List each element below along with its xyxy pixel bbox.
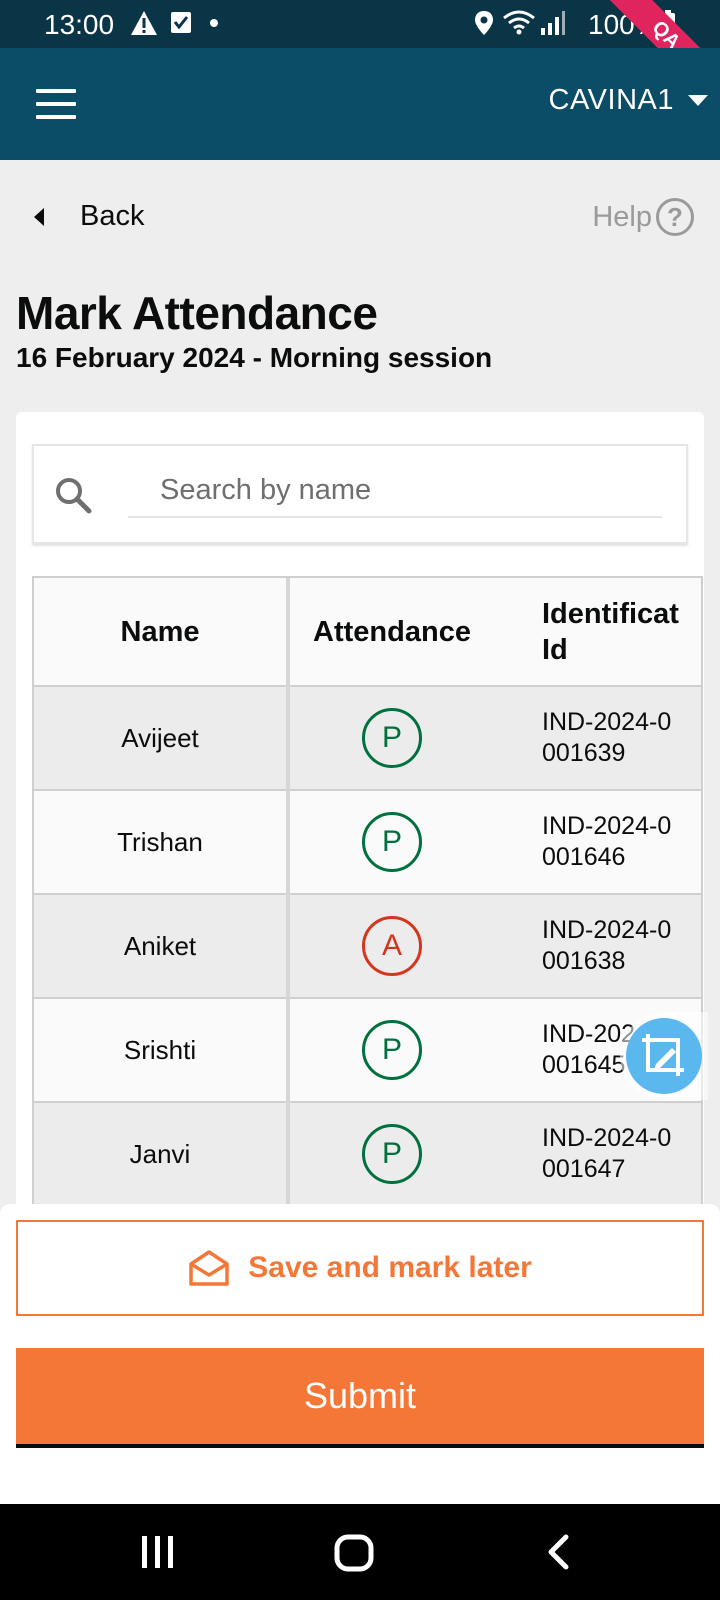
save-later-label: Save and mark later (248, 1251, 532, 1284)
app-header: CAVINA1 (0, 48, 720, 160)
student-name: Aniket (34, 894, 290, 999)
attendance-toggle[interactable]: P (362, 1124, 422, 1184)
column-header-identification-id: Identificat Id (494, 578, 701, 687)
user-dropdown[interactable]: CAVINA1 (549, 84, 708, 117)
location-icon (475, 11, 493, 35)
floating-edit-button[interactable] (620, 1012, 708, 1100)
crop-edit-icon (626, 1018, 702, 1094)
column-header-name: Name (34, 578, 290, 687)
id-header-line2: Id (542, 633, 568, 666)
student-name: Avijeet (34, 686, 290, 791)
save-and-mark-later-button[interactable]: Save and mark later (16, 1220, 704, 1316)
warning-icon (131, 11, 157, 35)
back-label: Back (80, 200, 145, 232)
check-box-icon (171, 12, 191, 33)
caret-left-icon (34, 207, 44, 226)
help-label: Help (592, 200, 652, 233)
status-bar: 13:00 100% QA (0, 0, 720, 117)
page-subtitle: 16 February 2024 - Morning session (16, 342, 493, 373)
identification-id: IND-2024-0 001639 (494, 686, 701, 791)
attendance-toggle[interactable]: P (362, 1020, 422, 1080)
hamburger-menu-icon[interactable] (36, 89, 76, 119)
student-name: Janvi (34, 1102, 290, 1207)
search-icon (56, 478, 92, 514)
column-header-attendance: Attendance (288, 578, 494, 687)
status-time: 13:00 (44, 9, 115, 40)
caret-down-icon (688, 95, 708, 106)
identification-id: IND-2024-0 001638 (494, 894, 701, 999)
identification-id: IND-2024-0 001646 (494, 790, 701, 895)
table-row: Janvi P IND-2024-0 001647 (34, 1102, 701, 1207)
help-link[interactable]: Help ? (592, 198, 694, 236)
submit-label: Submit (303, 1375, 417, 1416)
attendance-table: Name Attendance Identificat Id Avijeet P … (32, 576, 703, 1216)
back-link[interactable]: Back (34, 200, 144, 233)
student-name: Trishan (34, 790, 290, 895)
student-name: Srishti (34, 998, 290, 1103)
home-icon[interactable] (334, 1534, 374, 1572)
recent-apps-icon[interactable] (138, 1534, 178, 1570)
table-row: Srishti P IND-2024-0 001645 (34, 998, 701, 1103)
attendance-toggle[interactable]: P (362, 812, 422, 872)
table-row: Avijeet P IND-2024-0 001639 (34, 686, 701, 791)
envelope-open-icon (189, 1250, 229, 1286)
identification-id: IND-2024-0 001647 (494, 1102, 701, 1207)
page-title: Mark Attendance (16, 287, 378, 339)
search-input[interactable] (128, 464, 662, 518)
dot-icon (210, 19, 218, 27)
search-box (32, 444, 688, 544)
user-name: CAVINA1 (548, 84, 674, 116)
back-nav-icon[interactable] (546, 1534, 570, 1570)
signal-icon (541, 11, 565, 35)
wifi-icon (503, 10, 535, 35)
table-header-row: Name Attendance Identificat Id (34, 578, 701, 687)
submit-button[interactable]: Submit (16, 1348, 704, 1448)
table-row: Aniket A IND-2024-0 001638 (34, 894, 701, 999)
table-row: Trishan P IND-2024-0 001646 (34, 790, 701, 895)
attendance-toggle[interactable]: A (362, 916, 422, 976)
footer-actions: Save and mark later Submit (0, 1204, 720, 1504)
question-circle-icon: ? (656, 198, 694, 236)
attendance-toggle[interactable]: P (362, 708, 422, 768)
id-header-line1: Identificat (542, 597, 679, 630)
system-nav-bar (0, 1504, 720, 1600)
